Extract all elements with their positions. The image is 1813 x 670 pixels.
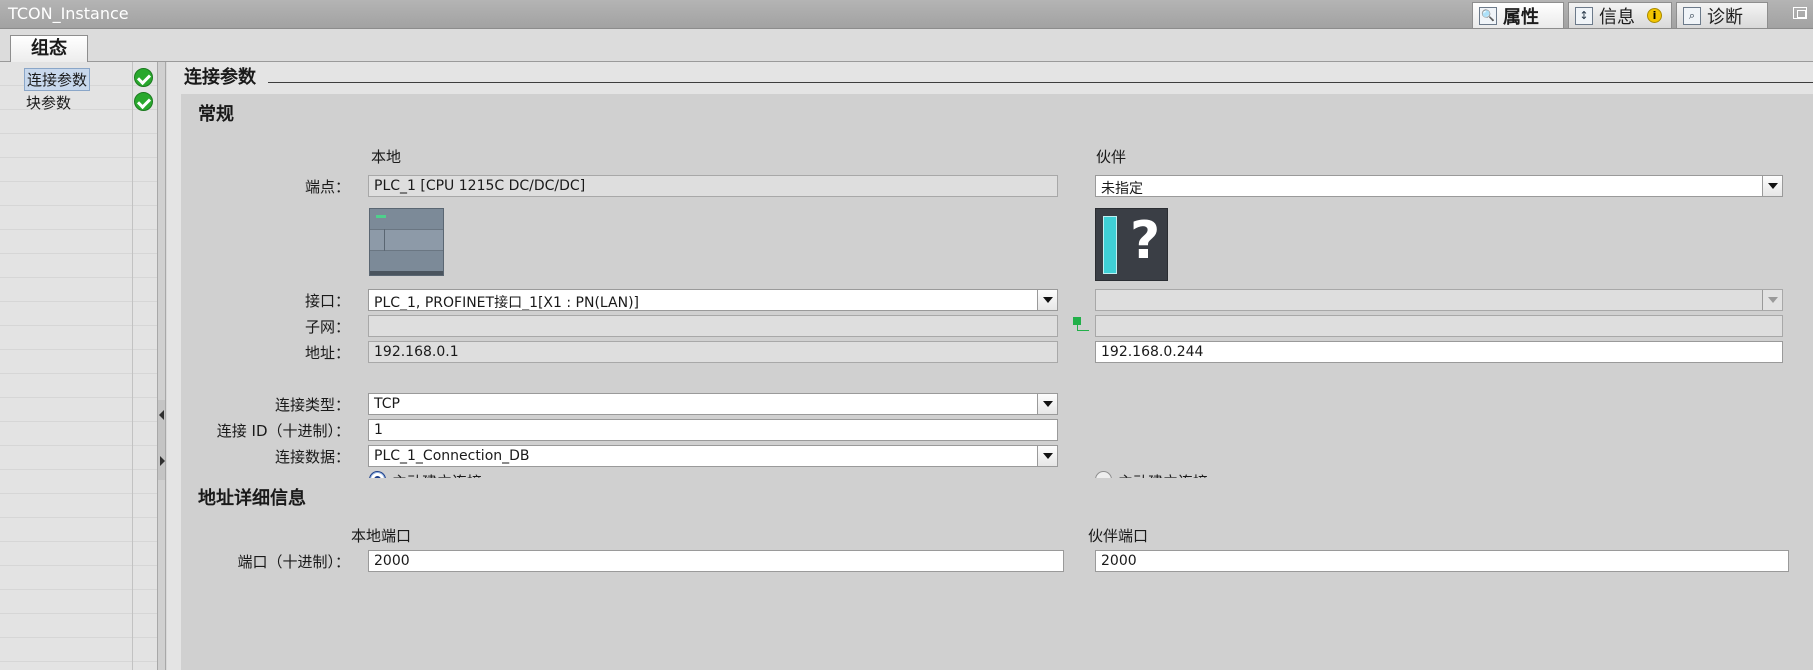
- status-led: [376, 215, 386, 218]
- general-title: 常规: [198, 104, 234, 125]
- address-details-panel: 地址详细信息 本地端口 伙伴端口 端口（十进制）： 2000 2000: [181, 478, 1813, 670]
- subnet-label: 子网：: [304, 318, 350, 336]
- check-icon: [134, 92, 153, 111]
- nav-divider: [132, 62, 133, 670]
- partner-endpoint-value: 未指定: [1101, 181, 1143, 197]
- left-nav: 连接参数 块参数: [0, 62, 160, 670]
- tab-properties[interactable]: 🔍 属性: [1472, 2, 1564, 28]
- section-title: 连接参数: [184, 63, 268, 89]
- local-endpoint-field: PLC_1 [CPU 1215C DC/DC/DC]: [368, 175, 1058, 197]
- question-mark-icon: ?: [1130, 211, 1161, 271]
- conn-data-label: 连接数据：: [274, 448, 350, 466]
- subtab-bar: 组态: [0, 29, 1813, 63]
- conn-type-label: 连接类型：: [274, 396, 350, 414]
- info-icon: i: [1647, 8, 1662, 23]
- local-address-field: 192.168.0.1: [368, 341, 1058, 363]
- conn-data-value: PLC_1_Connection_DB: [374, 448, 530, 464]
- info-tab-icon: ↕: [1575, 6, 1593, 25]
- local-port-header: 本地端口: [351, 527, 412, 545]
- main-content: 连接参数 常规 本地 伙伴 端点： PLC_1 [CPU 1215C DC/DC…: [167, 62, 1813, 670]
- window-titlebar: TCON_Instance 🔍 属性 ↕ 信息 i ⌕ 诊断: [0, 0, 1813, 29]
- nav-item-connection-params[interactable]: 连接参数: [0, 65, 156, 91]
- device-base: [370, 271, 443, 275]
- window-title: TCON_Instance: [8, 4, 129, 23]
- address-details-title: 地址详细信息: [198, 488, 306, 509]
- conn-id-input[interactable]: 1: [368, 419, 1058, 441]
- conn-type-select[interactable]: TCP: [368, 393, 1058, 415]
- local-interface-value: PLC_1, PROFINET接口_1[X1 : PN(LAN)]: [374, 295, 640, 311]
- chevron-down-icon[interactable]: [1037, 446, 1057, 466]
- nav-item-block-params[interactable]: 块参数: [0, 89, 156, 113]
- float-window-icon[interactable]: [1793, 7, 1807, 19]
- chevron-down-icon[interactable]: [1762, 176, 1782, 196]
- address-label: 地址：: [304, 344, 350, 362]
- collapse-left-icon[interactable]: [159, 410, 164, 420]
- expand-right-icon[interactable]: [160, 456, 165, 466]
- device-bar: [1103, 216, 1117, 274]
- splitter[interactable]: [157, 62, 166, 670]
- tab-info-label: 信息: [1599, 6, 1635, 28]
- module-divider: [384, 229, 385, 251]
- nav-grid: [0, 62, 159, 670]
- local-header: 本地: [371, 148, 402, 166]
- tab-configuration[interactable]: 组态: [10, 35, 88, 63]
- conn-data-select[interactable]: PLC_1_Connection_DB: [368, 445, 1058, 467]
- properties-icon: 🔍: [1479, 6, 1497, 25]
- local-subnet-field: [368, 315, 1058, 337]
- tab-info[interactable]: ↕ 信息 i: [1568, 2, 1672, 28]
- conn-id-label: 连接 ID（十进制）：: [216, 422, 350, 440]
- chevron-down-icon[interactable]: [1037, 394, 1057, 414]
- nav-item-label: 块参数: [26, 94, 72, 112]
- tab-diagnostics[interactable]: ⌕ 诊断: [1676, 2, 1768, 28]
- tab-properties-label: 属性: [1503, 6, 1539, 28]
- partner-port-header: 伙伴端口: [1088, 527, 1149, 545]
- nav-item-label: 连接参数: [24, 68, 91, 91]
- network-link-icon: [1073, 317, 1089, 333]
- interface-label: 接口：: [304, 292, 350, 310]
- local-interface-select[interactable]: PLC_1, PROFINET接口_1[X1 : PN(LAN)]: [368, 289, 1058, 311]
- port-label: 端口（十进制）：: [237, 553, 350, 571]
- partner-port-input[interactable]: 2000: [1095, 550, 1789, 572]
- chevron-down-icon: [1762, 290, 1782, 310]
- unknown-partner-icon: ?: [1095, 208, 1168, 281]
- io-strip: [370, 229, 443, 251]
- plc-device-icon: [369, 208, 444, 276]
- endpoint-label: 端点：: [304, 178, 350, 196]
- chevron-down-icon[interactable]: [1037, 290, 1057, 310]
- local-port-input[interactable]: 2000: [368, 550, 1064, 572]
- partner-endpoint-select[interactable]: 未指定: [1095, 175, 1783, 197]
- section-divider: [184, 82, 1813, 83]
- diagnostics-icon: ⌕: [1683, 6, 1701, 25]
- tab-diagnostics-label: 诊断: [1707, 6, 1743, 28]
- partner-interface-select: [1095, 289, 1783, 311]
- partner-address-field[interactable]: 192.168.0.244: [1095, 341, 1783, 363]
- partner-subnet-field: [1095, 315, 1783, 337]
- check-icon: [134, 68, 153, 87]
- conn-type-value: TCP: [374, 396, 400, 412]
- partner-header: 伙伴: [1096, 148, 1127, 166]
